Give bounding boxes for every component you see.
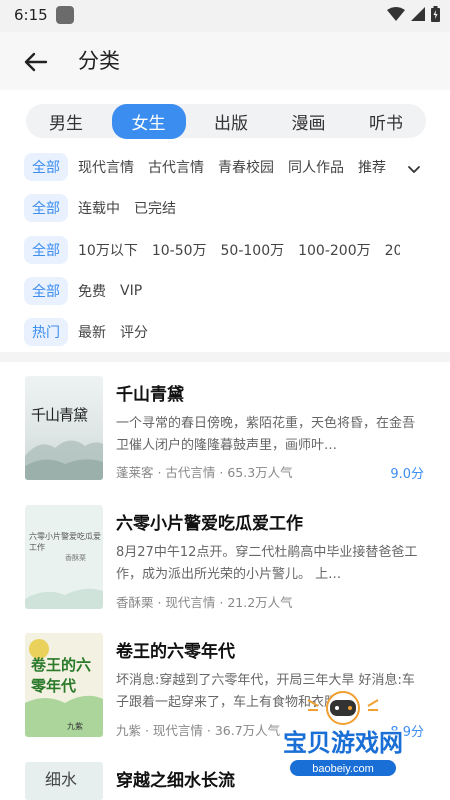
book-meta: 蓬莱客 · 古代言情 · 65.3万人气 xyxy=(116,465,293,480)
filter-genre-option[interactable]: 同人作品 xyxy=(288,157,344,177)
filter-row-genre: 全部 现代言情 古代言情 青春校园 同人作品 推荐 xyxy=(24,152,400,182)
filter-sort-option[interactable]: 评分 xyxy=(120,322,148,342)
filter-genre-option[interactable]: 推荐 xyxy=(358,157,386,177)
book-title: 卷王的六零年代 xyxy=(116,642,235,662)
book-score: 8.9分 xyxy=(390,725,424,740)
filter-genre-option[interactable]: 现代言情 xyxy=(78,157,134,177)
filter-words-option[interactable]: 100-200万 xyxy=(298,240,371,260)
filter-price-option[interactable]: 免费 xyxy=(78,281,106,301)
category-tabs: 男生 女生 出版 漫画 听书 xyxy=(26,103,426,139)
filter-sort-option[interactable]: 最新 xyxy=(78,322,106,342)
section-divider xyxy=(0,352,450,362)
tab-audiobooks[interactable]: 听书 xyxy=(354,104,418,139)
filter-price-option[interactable]: VIP xyxy=(120,283,142,299)
book-cover: 六零小片警爱吃瓜爱工作 香酥栗 xyxy=(25,505,103,609)
filter-row-status: 全部 连载中 已完结 xyxy=(24,193,190,223)
signal-icon xyxy=(411,7,425,21)
filter-words-option[interactable]: 200万以上 xyxy=(385,240,400,260)
status-time: 6:15 xyxy=(14,6,48,24)
book-score: 9.0分 xyxy=(390,467,424,482)
filter-row-sort: 热门 最新 评分 xyxy=(24,317,162,347)
filter-words-option[interactable]: 10-50万 xyxy=(152,240,207,260)
status-bar: 6:15 xyxy=(0,0,450,32)
notification-app-icon xyxy=(56,6,74,24)
tab-male[interactable]: 男生 xyxy=(34,104,98,139)
book-meta: 九紫 · 现代言情 · 36.7万人气 xyxy=(116,723,281,738)
filter-row-price: 全部 免费 VIP xyxy=(24,276,156,306)
tab-publish[interactable]: 出版 xyxy=(199,104,263,139)
filter-status-all[interactable]: 全部 xyxy=(24,194,68,222)
cover-title: 千山青黛 xyxy=(31,406,88,424)
book-desc: 一个寻常的春日傍晚，紫陌花重，天色将昏，在金吾卫催人闭户的隆隆暮鼓声里，画师叶… xyxy=(116,416,416,453)
cover-title: 六零小片警爱吃瓜爱工作 xyxy=(29,532,101,552)
chevron-down-icon[interactable] xyxy=(406,161,422,177)
cover-art xyxy=(25,440,103,480)
filter-row-words: 全部 10万以下 10-50万 50-100万 100-200万 200万以上 xyxy=(24,235,400,265)
book-cover: 细水 xyxy=(25,762,103,800)
book-title: 六零小片警爱吃瓜爱工作 xyxy=(116,514,303,534)
tab-comics[interactable]: 漫画 xyxy=(277,104,341,139)
cover-art xyxy=(25,588,103,609)
wifi-icon xyxy=(387,7,405,21)
filter-genre-all[interactable]: 全部 xyxy=(24,153,68,181)
filter-row-words-clip: 全部 10万以下 10-50万 50-100万 100-200万 200万以上 xyxy=(0,235,400,265)
book-title: 千山青黛 xyxy=(116,385,184,405)
book-desc: 坏消息:穿越到了六零年代，开局三年大旱 好消息:车子跟着一起穿来了，车上有食物和… xyxy=(116,673,415,710)
book-desc: 8月27中午12点开。穿二代杜鹃高中毕业接替爸爸工作，成为派出所光荣的小片警儿。… xyxy=(116,545,418,582)
filter-status-option[interactable]: 连载中 xyxy=(78,198,120,218)
book-item[interactable]: 卷王的六零年代 九紫 卷王的六零年代 坏消息:穿越到了六零年代，开局三年大旱 好… xyxy=(0,633,450,753)
filter-words-all[interactable]: 全部 xyxy=(24,236,68,264)
filter-row-genre-clip: 全部 现代言情 古代言情 青春校园 同人作品 推荐 xyxy=(0,152,400,182)
filter-words-option[interactable]: 10万以下 xyxy=(78,240,138,260)
app-bar: 分类 xyxy=(0,32,450,90)
filter-sort-hot[interactable]: 热门 xyxy=(24,318,68,346)
book-cover: 卷王的六零年代 九紫 xyxy=(25,633,103,737)
tab-female[interactable]: 女生 xyxy=(111,103,186,139)
back-arrow-icon[interactable] xyxy=(22,48,50,76)
book-meta: 香酥栗 · 现代言情 · 21.2万人气 xyxy=(116,595,293,610)
battery-icon xyxy=(431,6,440,22)
book-item[interactable]: 千山青黛 千山青黛 一个寻常的春日傍晚，紫陌花重，天色将昏，在金吾卫催人闭户的隆… xyxy=(0,376,450,496)
cover-author: 九紫 xyxy=(67,722,83,731)
book-item[interactable]: 六零小片警爱吃瓜爱工作 香酥栗 六零小片警爱吃瓜爱工作 8月27中午12点开。穿… xyxy=(0,505,450,625)
book-title: 穿越之细水长流 xyxy=(116,771,235,791)
cover-title: 卷王的六零年代 xyxy=(31,656,92,695)
filter-price-all[interactable]: 全部 xyxy=(24,277,68,305)
page-title: 分类 xyxy=(78,49,120,73)
status-icons xyxy=(387,6,440,22)
filter-genre-option[interactable]: 古代言情 xyxy=(148,157,204,177)
cover-author: 香酥栗 xyxy=(65,554,86,562)
filter-words-option[interactable]: 50-100万 xyxy=(221,240,285,260)
book-cover: 千山青黛 xyxy=(25,376,103,480)
book-item[interactable]: 细水 穿越之细水长流 xyxy=(0,762,450,800)
cover-title: 细水 xyxy=(45,770,78,789)
filter-genre-option[interactable]: 青春校园 xyxy=(218,157,274,177)
filter-status-option[interactable]: 已完结 xyxy=(134,198,176,218)
